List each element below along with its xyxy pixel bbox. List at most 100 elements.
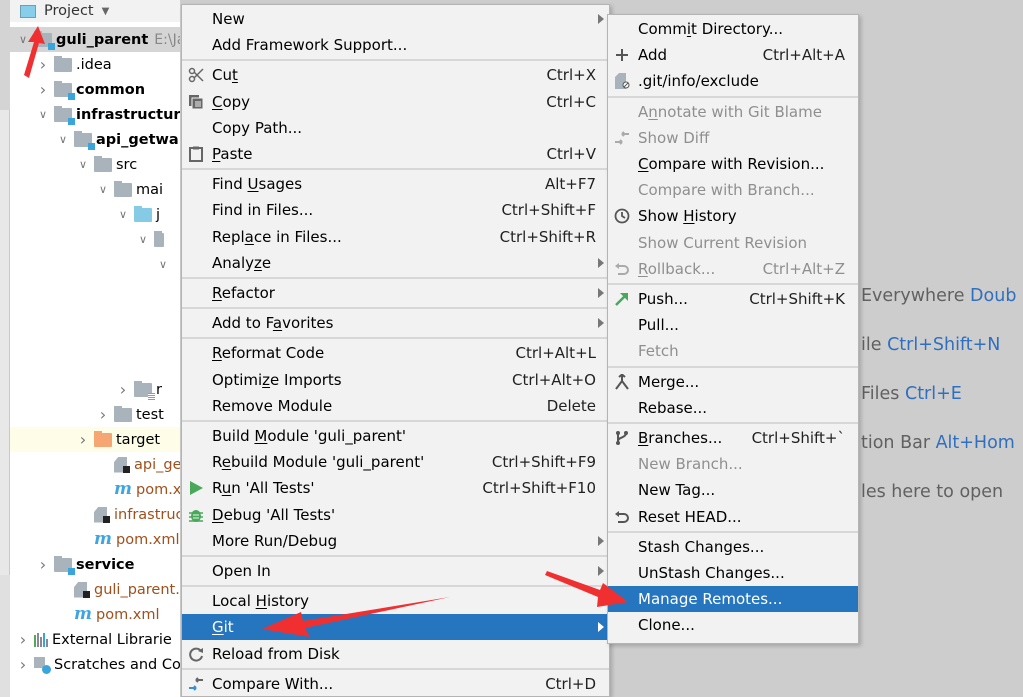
- tree-row[interactable]: ∨ guli_parent E:\Ja: [10, 27, 180, 52]
- tree-row[interactable]: guli_parent.ir: [10, 577, 180, 602]
- context-menu-item-cut[interactable]: Cut Ctrl+X: [182, 62, 609, 88]
- context-menu-item-paste[interactable]: Paste Ctrl+V: [182, 141, 609, 167]
- git-menu-item-reset-head[interactable]: Reset HEAD...: [608, 504, 858, 530]
- tree-row[interactable]: › .idea: [10, 52, 180, 77]
- menu-item-label: Rollback...: [638, 259, 716, 278]
- context-menu-item-reload-from-disk[interactable]: Reload from Disk: [182, 641, 609, 667]
- git-menu-item-branches[interactable]: Branches... Ctrl+Shift+`: [608, 425, 858, 451]
- context-menu-item-analyze[interactable]: Analyze: [182, 250, 609, 276]
- context-menu-item-build-module-guli-parent[interactable]: Build Module 'guli_parent': [182, 423, 609, 449]
- tree-row[interactable]: ∨ src: [10, 152, 180, 177]
- git-menu-item-show-history[interactable]: Show History: [608, 203, 858, 229]
- context-menu-item-new[interactable]: New: [182, 6, 609, 32]
- git-menu-item-pull[interactable]: Pull...: [608, 312, 858, 338]
- menu-item-label: Analyze: [212, 253, 272, 272]
- tree-row[interactable]: infrastruct: [10, 502, 180, 527]
- context-menu-item-open-in[interactable]: Open In: [182, 558, 609, 584]
- tree-row[interactable]: › r: [10, 377, 180, 402]
- context-menu-item-find-in-files[interactable]: Find in Files... Ctrl+Shift+F: [182, 197, 609, 223]
- context-menu-item-add-to-favorites[interactable]: Add to Favorites: [182, 310, 609, 336]
- context-menu-item-replace-in-files[interactable]: Replace in Files... Ctrl+Shift+R: [182, 224, 609, 250]
- context-menu-item-refactor[interactable]: Refactor: [182, 280, 609, 306]
- menu-item-label: Rebuild Module 'guli_parent': [212, 453, 425, 472]
- context-menu-item-remove-module[interactable]: Remove Module Delete: [182, 393, 609, 419]
- context-menu-item-add-framework-support[interactable]: Add Framework Support...: [182, 32, 609, 58]
- git-menu-item-compare-with-branch: Compare with Branch...: [608, 177, 858, 203]
- module-folder-icon: [74, 130, 95, 150]
- chevron-right-icon[interactable]: ›: [16, 655, 30, 674]
- tree-row[interactable]: › test: [10, 402, 180, 427]
- context-menu-item-reformat-code[interactable]: Reformat Code Ctrl+Alt+L: [182, 340, 609, 366]
- context-menu-item-local-history[interactable]: Local History: [182, 588, 609, 614]
- editor-hint: Files Ctrl+E: [861, 384, 962, 404]
- chevron-down-icon[interactable]: ∨: [16, 33, 30, 46]
- tree-row[interactable]: ∨ mai: [10, 177, 180, 202]
- chevron-down-icon[interactable]: ∨: [116, 208, 130, 221]
- context-menu-item-rebuild-module-guli-parent[interactable]: Rebuild Module 'guli_parent' Ctrl+Shift+F…: [182, 449, 609, 475]
- git-menu-item-rebase[interactable]: Rebase...: [608, 395, 858, 421]
- tree-row[interactable]: mpom.xn: [10, 477, 180, 502]
- tree-row[interactable]: › service: [10, 552, 180, 577]
- tree-row-label: j: [156, 206, 161, 223]
- menu-item-label: Refactor: [212, 284, 275, 302]
- chevron-right-icon[interactable]: ›: [16, 630, 30, 649]
- git-menu-item-commit-directory[interactable]: Commit Directory...: [608, 16, 858, 42]
- tree-row[interactable]: › common: [10, 77, 180, 102]
- chevron-right-icon[interactable]: ›: [96, 405, 110, 424]
- chevron-down-icon[interactable]: ∨: [96, 183, 110, 196]
- git-menu-item-push[interactable]: Push... Ctrl+Shift+K: [608, 286, 858, 312]
- context-menu-item-run-all-tests[interactable]: Run 'All Tests' Ctrl+Shift+F10: [182, 475, 609, 501]
- chevron-down-icon[interactable]: ∨: [136, 233, 150, 246]
- menu-item-shortcut: Ctrl+D: [545, 674, 596, 693]
- chevron-right-icon[interactable]: ›: [36, 80, 50, 99]
- context-menu-item-find-usages[interactable]: Find Usages Alt+F7: [182, 171, 609, 197]
- tree-row-label: mai: [136, 181, 164, 198]
- tree-row[interactable]: ∨ api_getwa: [10, 127, 180, 152]
- project-tool-tab[interactable]: [0, 0, 10, 110]
- tree-row[interactable]: api_get: [10, 452, 180, 477]
- context-menu-item-optimize-imports[interactable]: Optimize Imports Ctrl+Alt+O: [182, 367, 609, 393]
- git-menu-item-manage-remotes[interactable]: Manage Remotes...: [608, 586, 858, 613]
- chevron-right-icon[interactable]: ›: [116, 380, 130, 399]
- tree-row[interactable]: ∨ infrastructur: [10, 102, 180, 127]
- folder-icon: [54, 55, 72, 72]
- tree-row[interactable]: › External Librarie: [10, 627, 180, 652]
- chevron-right-icon[interactable]: ›: [36, 55, 50, 74]
- menu-separator: [608, 95, 858, 98]
- menu-item-label: Compare With...: [212, 674, 334, 693]
- context-menu-item-debug-all-tests[interactable]: Debug 'All Tests': [182, 502, 609, 528]
- chevron-right-icon[interactable]: ›: [36, 555, 50, 574]
- git-menu-item-new-tag[interactable]: New Tag...: [608, 477, 858, 503]
- tree-row[interactable]: m pom.xml: [10, 527, 180, 552]
- git-menu-item-fetch: Fetch: [608, 338, 858, 364]
- chevron-right-icon[interactable]: ›: [76, 430, 90, 449]
- chevron-down-icon[interactable]: ▼: [102, 6, 110, 17]
- git-menu-item-compare-with-revision[interactable]: Compare with Revision...: [608, 151, 858, 177]
- git-menu-item-git-info-exclude[interactable]: .git/info/exclude: [608, 68, 858, 94]
- structure-tool-tab[interactable]: [0, 575, 10, 697]
- tree-row[interactable]: › target: [10, 427, 180, 452]
- context-menu-item-more-run-debug[interactable]: More Run/Debug: [182, 528, 609, 554]
- maven-icon: m: [74, 604, 92, 624]
- git-menu-item-unstash-changes[interactable]: UnStash Changes...: [608, 560, 858, 586]
- editor-hint: les here to open: [861, 482, 1003, 502]
- git-menu-item-clone[interactable]: Clone...: [608, 612, 858, 638]
- submenu-arrow-icon: [598, 535, 604, 546]
- project-panel-header[interactable]: Project ▼: [10, 0, 180, 22]
- context-menu-item-copy[interactable]: Copy Ctrl+C: [182, 89, 609, 115]
- chevron-down-icon[interactable]: ∨: [56, 133, 70, 146]
- chevron-down-icon[interactable]: ∨: [156, 258, 170, 271]
- tree-row[interactable]: ∨ j: [10, 202, 180, 227]
- git-menu-item-add[interactable]: Add Ctrl+Alt+A: [608, 42, 858, 68]
- chevron-down-icon[interactable]: ∨: [76, 158, 90, 171]
- context-menu-item-git[interactable]: Git: [182, 614, 609, 641]
- tree-row[interactable]: › Scratches and Co: [10, 652, 180, 677]
- chevron-down-icon[interactable]: ∨: [36, 108, 50, 121]
- tree-row[interactable]: ∨: [10, 252, 180, 277]
- tree-row[interactable]: m pom.xml: [10, 602, 180, 627]
- git-menu-item-merge[interactable]: Merge...: [608, 369, 858, 395]
- tree-row[interactable]: ∨: [10, 227, 180, 252]
- context-menu-item-compare-with[interactable]: Compare With... Ctrl+D: [182, 671, 609, 697]
- context-menu-item-copy-path[interactable]: Copy Path...: [182, 115, 609, 141]
- git-menu-item-stash-changes[interactable]: Stash Changes...: [608, 534, 858, 560]
